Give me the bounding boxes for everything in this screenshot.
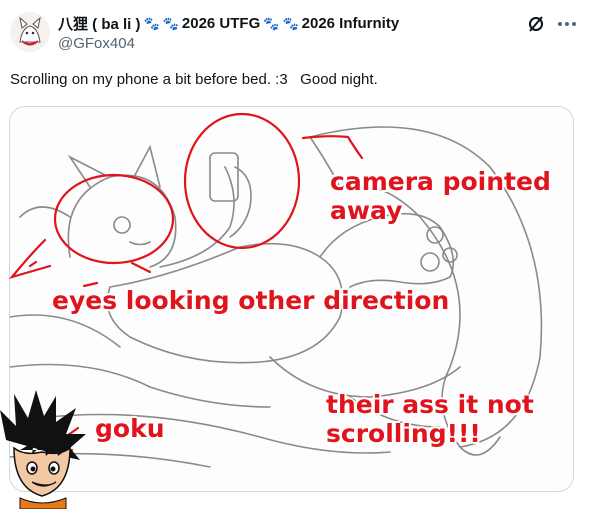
author-handle[interactable]: @GFox404 <box>58 35 135 52</box>
paw-icon: 🐾 <box>143 15 160 31</box>
badge-infurnity: 2026 Infurnity <box>301 15 400 32</box>
tweet-text: Scrolling on my phone a bit before bed. … <box>10 71 378 88</box>
annotation-goku: goku <box>95 414 165 443</box>
avatar[interactable] <box>10 12 50 52</box>
annotation-eyes: eyes looking other direction <box>52 286 450 315</box>
paw-icon: 🐾 <box>263 15 280 31</box>
author-name-row[interactable]: 八狸 ( ba li ) 🐾 🐾 2026 UTFG 🐾 🐾 2026 Infu… <box>58 13 399 34</box>
more-options-icon[interactable] <box>556 14 578 34</box>
goku-sticker <box>0 390 86 510</box>
grok-icon[interactable] <box>526 14 546 34</box>
annotation-scrolling: their ass it not scrolling!!! <box>326 390 534 448</box>
badge-utfg: 2026 UTFG <box>181 15 261 32</box>
annotation-camera: camera pointed away <box>330 167 551 225</box>
paw-icon: 🐾 <box>162 15 179 31</box>
paw-icon: 🐾 <box>282 15 299 31</box>
display-name[interactable]: 八狸 ( ba li ) <box>58 13 141 34</box>
